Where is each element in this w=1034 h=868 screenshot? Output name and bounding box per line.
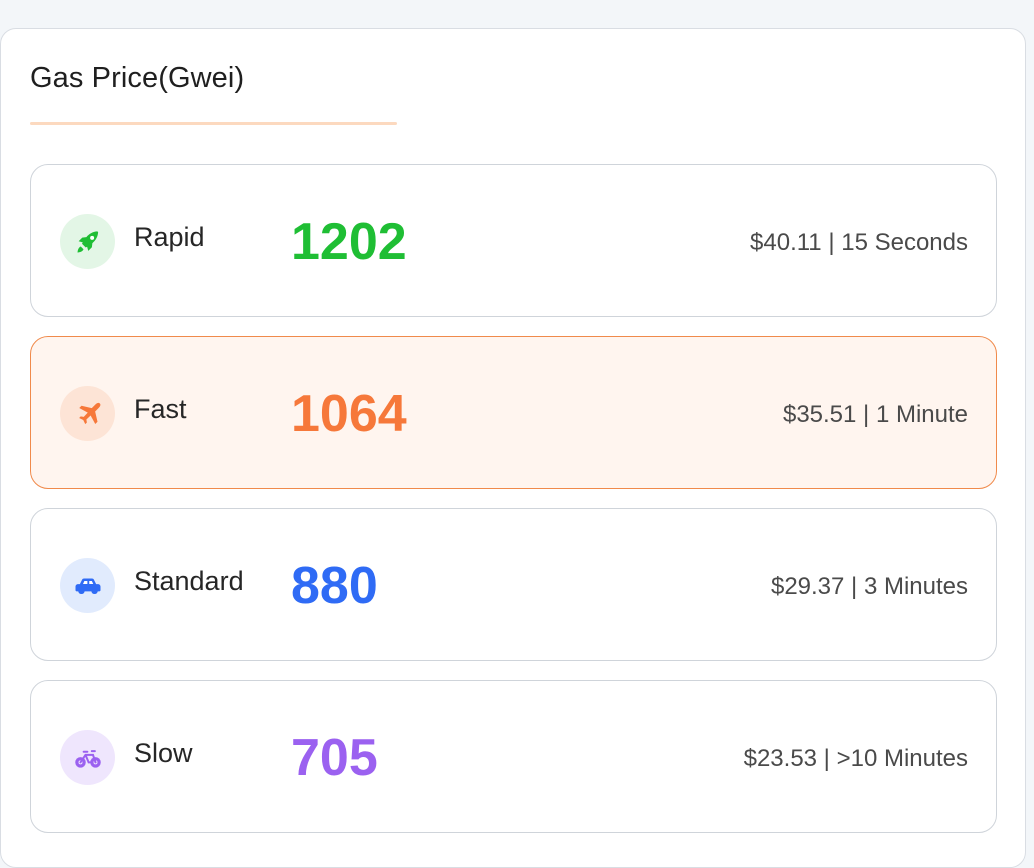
car-icon	[75, 578, 100, 594]
panel-title: Gas Price(Gwei)	[30, 62, 245, 94]
tier-card-fast[interactable]: Fast 1064 $35.51 | 1 Minute	[30, 336, 997, 489]
tier-gas-value: 1064	[291, 385, 407, 443]
rocket-icon	[77, 230, 98, 252]
tier-card-rapid[interactable]: Rapid 1202 $40.11 | 15 Seconds	[30, 164, 997, 317]
tier-gas-value: 880	[291, 557, 378, 615]
slow-icon-circle	[60, 730, 115, 785]
tier-gas-value: 705	[291, 729, 378, 787]
tier-card-slow[interactable]: Slow 705 $23.53 | >10 Minutes	[30, 680, 997, 833]
tier-label: Standard	[134, 566, 244, 596]
tier-card-standard[interactable]: Standard 880 $29.37 | 3 Minutes	[30, 508, 997, 661]
tier-label: Rapid	[134, 222, 205, 252]
tier-gas-value: 1202	[291, 213, 407, 271]
tier-cost-time: $23.53 | >10 Minutes	[743, 745, 968, 772]
tier-cost-time: $29.37 | 3 Minutes	[770, 573, 968, 600]
bicycle-icon	[74, 749, 101, 768]
tier-cost-time: $40.11 | 15 Seconds	[750, 229, 968, 256]
standard-icon-circle	[60, 558, 115, 613]
tier-label: Slow	[134, 738, 193, 768]
fast-icon-circle	[60, 386, 115, 441]
tier-cost-time: $35.51 | 1 Minute	[782, 401, 968, 428]
airplane-icon	[78, 402, 100, 424]
rapid-icon-circle	[60, 214, 115, 269]
gas-price-panel: Gas Price(Gwei) Rapid 1202 $40.11 | 15 S…	[0, 28, 1026, 868]
title-underline	[30, 122, 397, 125]
tier-label: Fast	[134, 394, 187, 424]
